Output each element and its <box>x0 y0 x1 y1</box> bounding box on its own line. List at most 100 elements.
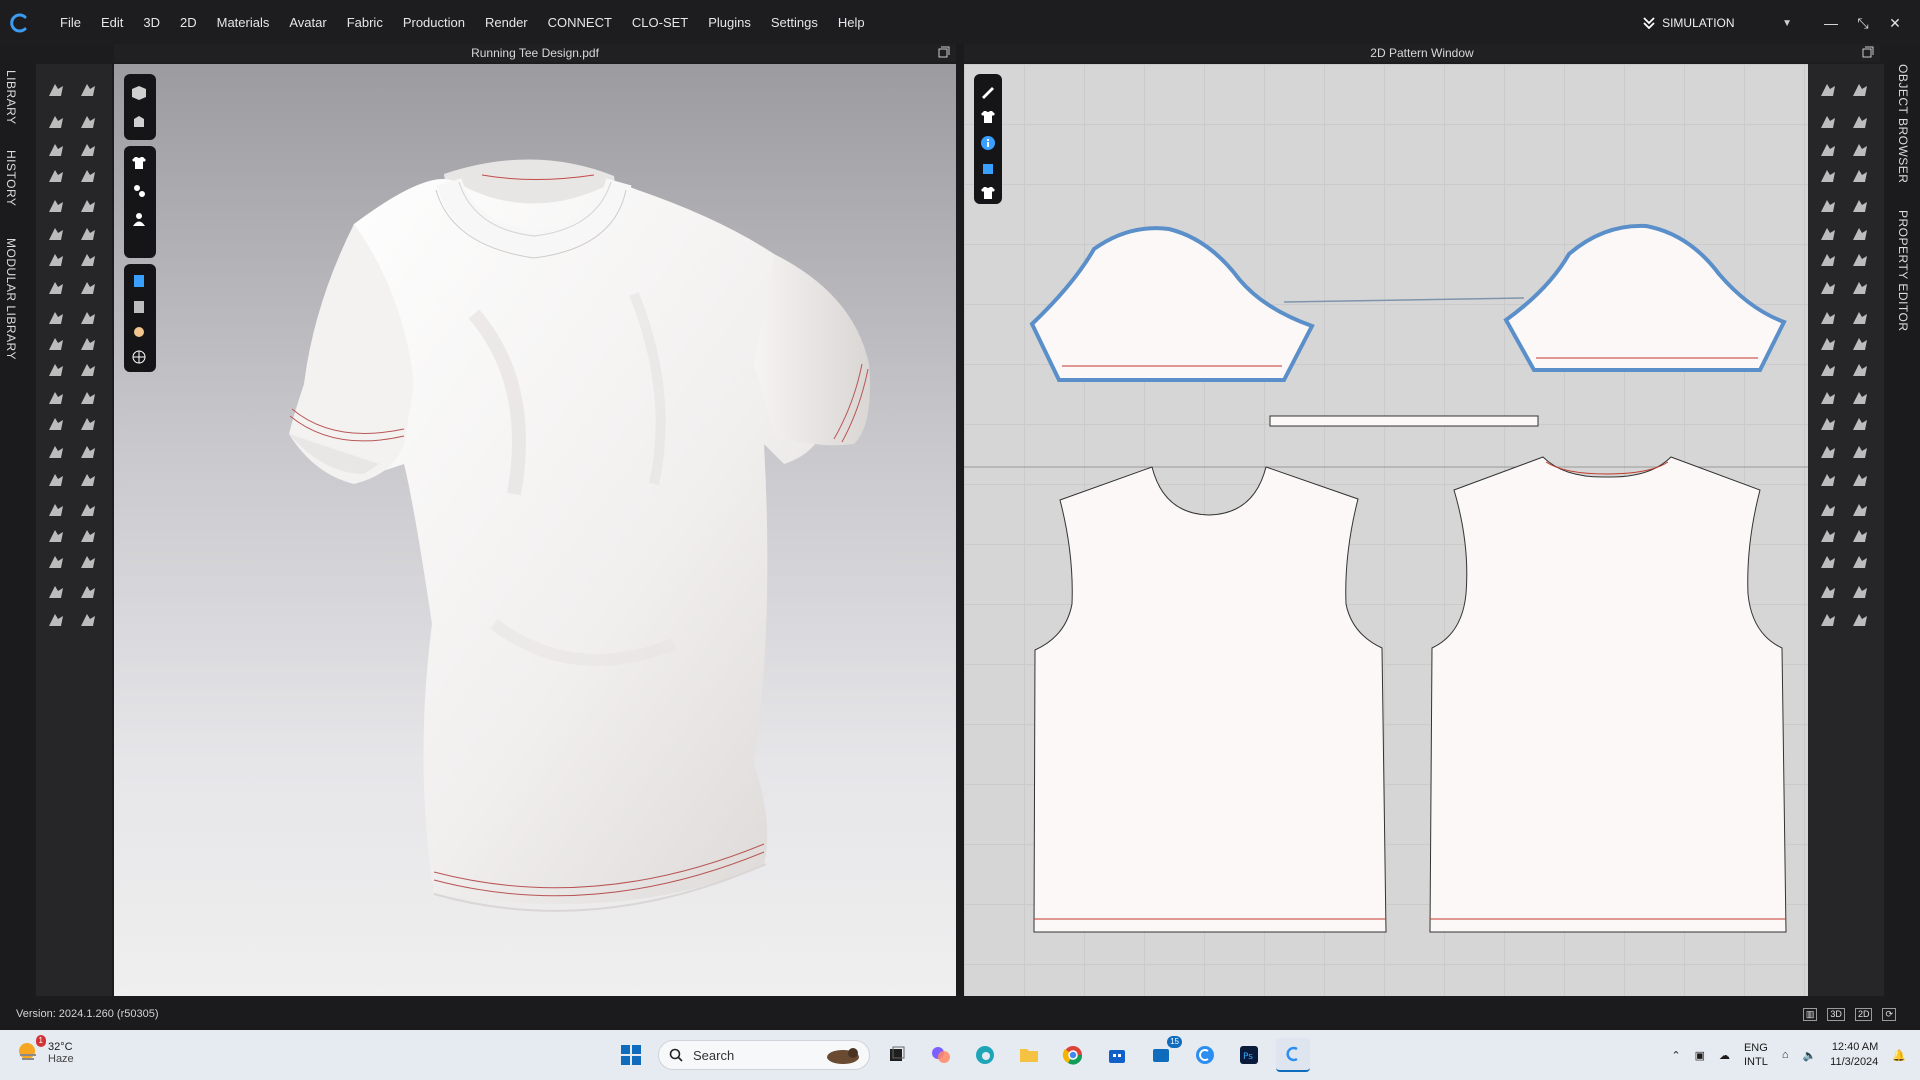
chrome-icon[interactable] <box>1056 1038 1090 1072</box>
sewing-tool-icon[interactable] <box>1814 276 1842 302</box>
transform-tool-icon[interactable] <box>42 110 70 136</box>
pin-tool-icon[interactable] <box>74 386 102 412</box>
menu-3d[interactable]: 3D <box>133 0 170 46</box>
minimize-button[interactable]: — <box>1820 15 1842 31</box>
tack-tool-icon[interactable] <box>42 608 70 634</box>
measure-tool-icon[interactable] <box>1814 468 1842 494</box>
fold-tool-icon[interactable] <box>1846 550 1874 576</box>
menu-edit[interactable]: Edit <box>91 0 133 46</box>
sewing-tool-icon[interactable] <box>1846 248 1874 274</box>
3d-garment-viewport[interactable] <box>114 64 956 996</box>
measure-tool-icon[interactable] <box>74 440 102 466</box>
menu-file[interactable]: File <box>50 0 91 46</box>
pin-tool-icon[interactable] <box>1814 412 1842 438</box>
texture-2d-icon[interactable] <box>977 158 999 180</box>
transform-tool-icon[interactable] <box>1846 78 1874 104</box>
clo3d-active-icon[interactable] <box>1276 1038 1310 1072</box>
measure-tool-icon[interactable] <box>74 222 102 248</box>
fold-tool-icon[interactable] <box>74 550 102 576</box>
sewing-tool-icon[interactable] <box>42 276 70 302</box>
brush-tool-icon[interactable] <box>42 222 70 248</box>
tack-tool-icon[interactable] <box>42 386 70 412</box>
sewing-tool-icon[interactable] <box>74 468 102 494</box>
shirt-outline-icon[interactable] <box>977 182 999 204</box>
tab-history[interactable]: HISTORY <box>4 150 18 206</box>
tack-tool-icon[interactable] <box>1846 580 1874 606</box>
select-tool-icon[interactable] <box>42 78 70 104</box>
select-tool-icon[interactable] <box>1814 78 1842 104</box>
transform-tool-icon[interactable] <box>1814 550 1842 576</box>
sewing-tool-icon[interactable] <box>42 498 70 524</box>
measure-tool-icon[interactable] <box>1846 440 1874 466</box>
transform-tool-icon[interactable] <box>1846 524 1874 550</box>
taskbar-search-box[interactable]: Search <box>658 1040 870 1070</box>
brush-tool-icon[interactable] <box>1814 440 1842 466</box>
measure-tool-icon[interactable] <box>1814 248 1842 274</box>
transform-tool-icon[interactable] <box>42 332 70 358</box>
brush-tool-icon[interactable] <box>1846 194 1874 220</box>
measure-tool-icon[interactable] <box>42 248 70 274</box>
window-splitter[interactable] <box>956 44 964 996</box>
pin-tool-icon[interactable] <box>1814 194 1842 220</box>
fold-tool-icon[interactable] <box>1814 358 1842 384</box>
fold-tool-icon[interactable] <box>1846 332 1874 358</box>
tack-tool-icon[interactable] <box>1814 608 1842 634</box>
pen-tool-icon[interactable] <box>977 80 999 102</box>
view-mode-2d-button[interactable]: 2D <box>1854 1008 1873 1021</box>
pin-tool-icon[interactable] <box>74 164 102 190</box>
tab-modular-library[interactable]: MODULAR LIBRARY <box>4 238 18 360</box>
network-icon[interactable]: ⌂ <box>1782 1049 1789 1061</box>
tack-tool-icon[interactable] <box>1846 358 1874 384</box>
sewing-tool-icon[interactable] <box>74 248 102 274</box>
restore-window-icon[interactable] <box>1862 46 1874 58</box>
avatar-display-icon[interactable] <box>128 110 150 132</box>
menu-render[interactable]: Render <box>475 0 538 46</box>
dropdown-caret-icon[interactable]: ▼ <box>1782 18 1792 29</box>
brush-tool-icon[interactable] <box>1846 412 1874 438</box>
cloud-off-icon[interactable]: ☁ <box>1719 1049 1730 1062</box>
windows-start-icon[interactable] <box>614 1038 648 1072</box>
task-view-icon[interactable] <box>880 1038 914 1072</box>
fabric-texture-icon[interactable] <box>128 270 150 292</box>
chevron-up-icon[interactable]: ⌃ <box>1671 1049 1680 1062</box>
2d-pattern-viewport[interactable] <box>964 64 1808 996</box>
globe-environment-icon[interactable] <box>128 346 150 368</box>
simulation-mode-dropdown[interactable]: SIMULATION <box>1642 16 1772 30</box>
select-tool-icon[interactable] <box>74 498 102 524</box>
transform-tool-icon[interactable] <box>74 524 102 550</box>
select-tool-icon[interactable] <box>74 276 102 302</box>
measure-tool-icon[interactable] <box>42 468 70 494</box>
transform-tool-icon[interactable] <box>42 550 70 576</box>
menu-production[interactable]: Production <box>393 0 475 46</box>
fold-tool-icon[interactable] <box>74 110 102 136</box>
clock[interactable]: 12:40 AM 11/3/2024 <box>1830 1040 1878 1070</box>
garment-display-icon[interactable] <box>128 152 150 174</box>
volume-icon[interactable]: 🔈 <box>1802 1049 1816 1062</box>
measure-tool-icon[interactable] <box>1846 222 1874 248</box>
menu-2d[interactable]: 2D <box>170 0 207 46</box>
menu-fabric[interactable]: Fabric <box>337 0 393 46</box>
brush-tool-icon[interactable] <box>42 440 70 466</box>
menu-help[interactable]: Help <box>828 0 875 46</box>
pin-tool-icon[interactable] <box>1846 386 1874 412</box>
pin-tool-icon[interactable] <box>42 412 70 438</box>
menu-settings[interactable]: Settings <box>761 0 828 46</box>
clo-logo-icon[interactable] <box>0 0 40 46</box>
weather-widget[interactable]: 1 32°C Haze <box>16 1035 74 1068</box>
refresh-icon[interactable]: ⟳ <box>1882 1008 1896 1021</box>
tack-tool-icon[interactable] <box>42 164 70 190</box>
tack-tool-icon[interactable] <box>74 138 102 164</box>
cube-view-icon[interactable] <box>128 82 150 104</box>
select-tool-icon[interactable] <box>1846 276 1874 302</box>
avatar-icon[interactable] <box>128 208 150 230</box>
edge-browser-icon[interactable] <box>968 1038 1002 1072</box>
transform-tool-icon[interactable] <box>74 306 102 332</box>
select-tool-icon[interactable] <box>1814 524 1842 550</box>
sewing-tool-icon[interactable] <box>1814 498 1842 524</box>
tab-library[interactable]: LIBRARY <box>4 70 18 125</box>
tab-property-editor[interactable]: PROPERTY EDITOR <box>1896 210 1910 332</box>
pin-tool-icon[interactable] <box>1846 164 1874 190</box>
copilot-icon[interactable] <box>924 1038 958 1072</box>
shading-icon[interactable] <box>128 296 150 318</box>
pattern-pieces-icon[interactable] <box>128 180 150 202</box>
